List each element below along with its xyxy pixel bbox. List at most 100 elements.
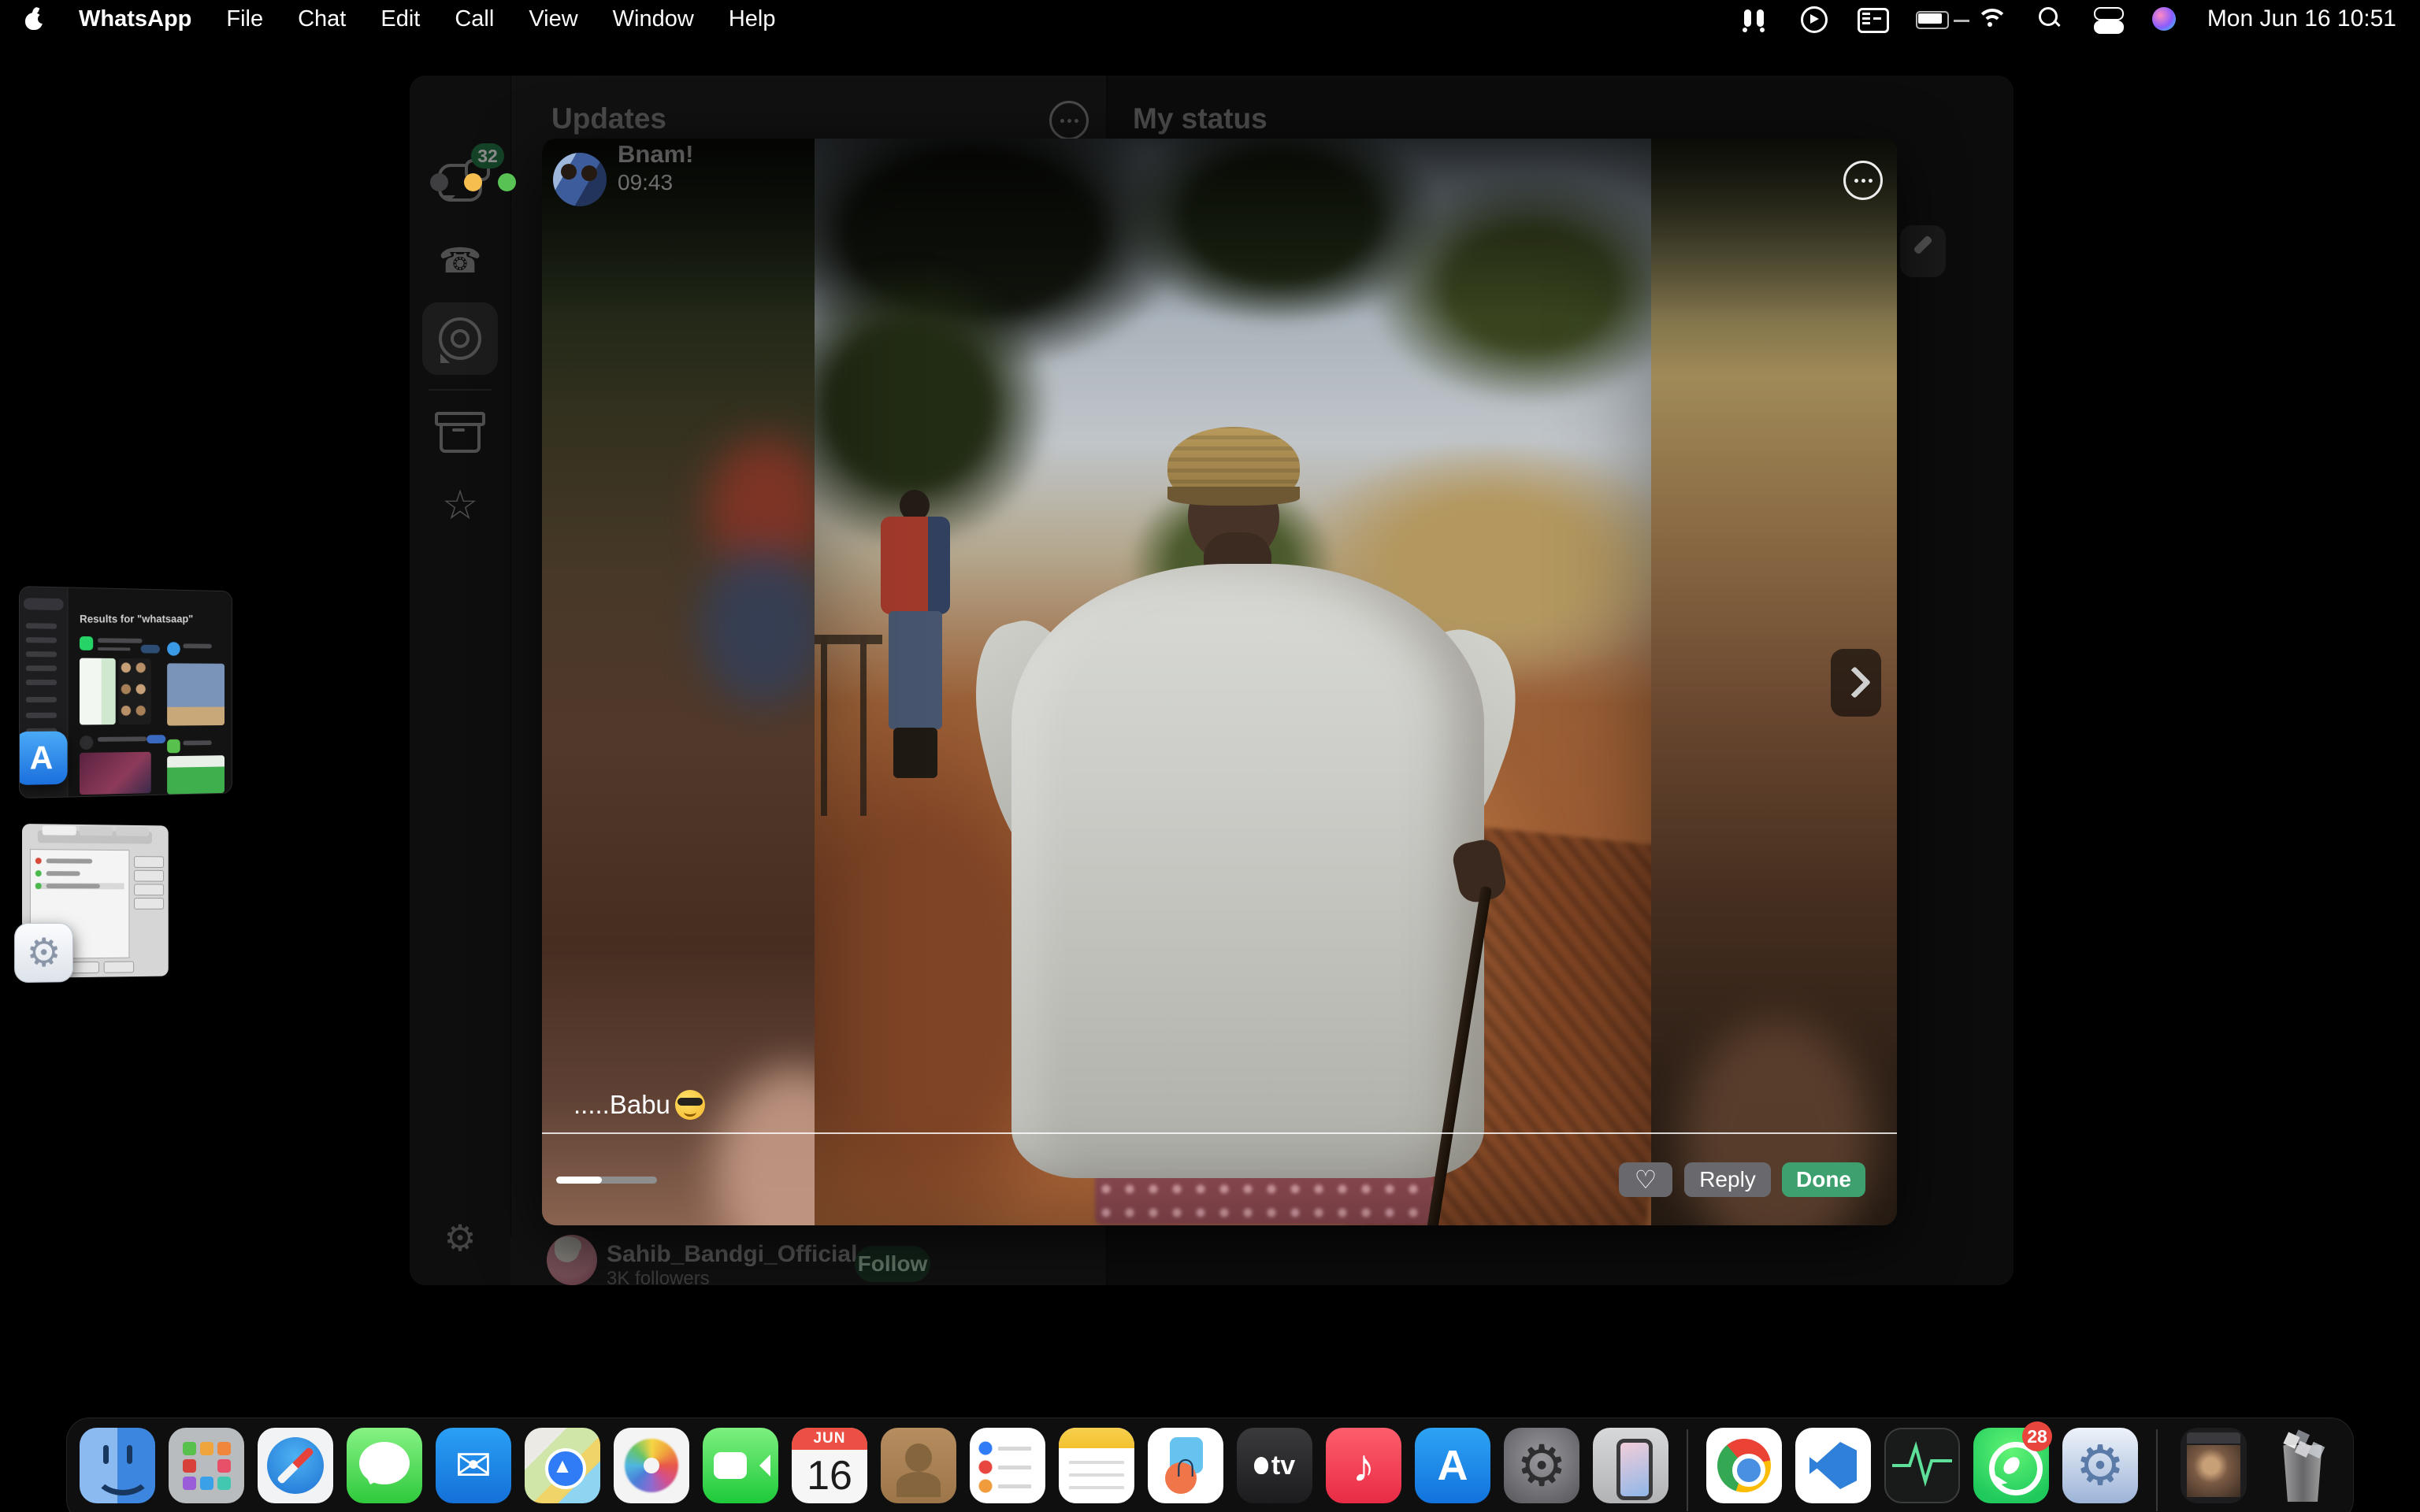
- calendar-day: 16: [792, 1448, 867, 1503]
- menu-status-icons: [1741, 6, 2176, 32]
- dock-facetime[interactable]: [703, 1426, 778, 1512]
- zoom-button[interactable]: [498, 173, 516, 191]
- dock-photos[interactable]: [614, 1426, 689, 1512]
- dock-vscode[interactable]: [1795, 1426, 1871, 1512]
- contacts-icon: [881, 1428, 956, 1503]
- telegram-result-icon: [167, 642, 180, 656]
- vscode-icon: [1795, 1428, 1871, 1503]
- menu-view[interactable]: View: [529, 6, 577, 32]
- maps-icon: ▲: [525, 1428, 600, 1503]
- safari-icon: [258, 1428, 333, 1503]
- new-status-pencil-icon[interactable]: [1900, 225, 1946, 277]
- status-progress-bar: [556, 1177, 657, 1184]
- battery-icon[interactable]: [1916, 6, 1944, 32]
- iphone-mirroring-icon: [1593, 1428, 1668, 1503]
- server-admin-gear-icon[interactable]: ⚙: [14, 923, 73, 983]
- notification-badge: 28: [2022, 1421, 2052, 1451]
- result-icon-4: [167, 739, 180, 754]
- menu-call[interactable]: Call: [455, 6, 494, 32]
- next-status-chevron[interactable]: [1831, 649, 1881, 717]
- dock-video-file[interactable]: [2176, 1426, 2251, 1512]
- siri-icon[interactable]: [2152, 7, 2176, 31]
- server-manager-window-thumbnail[interactable]: ⚙: [22, 824, 169, 978]
- messages-icon: [347, 1428, 422, 1503]
- video-file-icon: [2181, 1428, 2247, 1503]
- like-button[interactable]: ♡: [1619, 1162, 1672, 1197]
- menu-clock[interactable]: Mon Jun 16 10:51: [2207, 6, 2396, 32]
- notes-icon: [1059, 1428, 1134, 1503]
- chrome-icon: [1706, 1428, 1782, 1503]
- menu-status-area: Mon Jun 16 10:51: [1741, 6, 2396, 32]
- window-controls: [430, 173, 516, 191]
- close-button[interactable]: [430, 173, 448, 191]
- dock-reminders[interactable]: [970, 1426, 1045, 1512]
- dock-appstore[interactable]: A: [1415, 1426, 1490, 1512]
- status-caption: .....Babu: [573, 1090, 705, 1120]
- status-author[interactable]: [553, 153, 607, 206]
- status-viewer: Bnam! 09:43 .....Babu ♡ Reply Done: [542, 139, 1897, 1225]
- app-store-results-title: Results for "whatsaap": [80, 613, 194, 625]
- system-settings-icon: ⚙: [1504, 1428, 1579, 1503]
- activity-monitor-icon: [1884, 1428, 1960, 1503]
- dock-music[interactable]: ♪: [1326, 1426, 1401, 1512]
- menu-window[interactable]: Window: [613, 6, 694, 32]
- dock-mail[interactable]: ✉: [436, 1426, 511, 1512]
- dock-calendar[interactable]: JUN16: [792, 1426, 867, 1512]
- minimize-button[interactable]: [464, 173, 482, 191]
- winctl-icon[interactable]: [1858, 6, 1886, 32]
- dock-separator: [1687, 1429, 1688, 1511]
- whatsapp-window: 32☎☆ ⚙ Updates My status Sahib_Bandgi_Of…: [410, 76, 2014, 1285]
- dock-contacts[interactable]: [881, 1426, 956, 1512]
- menu-whatsapp[interactable]: WhatsApp: [79, 6, 191, 32]
- dock-system-settings[interactable]: ⚙: [1504, 1426, 1579, 1512]
- app-store-window-thumbnail[interactable]: Results for "whatsaap" A: [19, 586, 232, 799]
- dock-whatsapp[interactable]: 28: [1973, 1426, 2049, 1512]
- cc-icon[interactable]: [2094, 6, 2122, 32]
- menu-file[interactable]: File: [226, 6, 263, 32]
- menu-items: WhatsApp File Chat Edit Call View Window Help: [24, 6, 775, 32]
- dock-notes[interactable]: [1059, 1426, 1134, 1512]
- status-progress-fill: [556, 1177, 602, 1184]
- dock-safari[interactable]: [258, 1426, 333, 1512]
- dock-trash[interactable]: [2265, 1426, 2340, 1512]
- menu-help[interactable]: Help: [729, 6, 776, 32]
- dock-finder[interactable]: [80, 1426, 155, 1512]
- result-icon-3: [80, 736, 93, 750]
- menu-chat[interactable]: Chat: [298, 6, 346, 32]
- sunglasses-emoji: [675, 1090, 705, 1120]
- viewer-more-icon[interactable]: [1843, 161, 1883, 200]
- wifi-icon[interactable]: [1974, 6, 2006, 32]
- apple-logo-icon[interactable]: [24, 7, 44, 31]
- dock-server-admin[interactable]: ⚙: [2062, 1426, 2138, 1512]
- whatsapp-result-icon: [80, 636, 93, 650]
- dock-launchpad[interactable]: [169, 1426, 244, 1512]
- dock-maps[interactable]: ▲: [525, 1426, 600, 1512]
- dock-freeform[interactable]: ∩: [1148, 1426, 1223, 1512]
- music-icon: ♪: [1326, 1428, 1401, 1503]
- caption-divider: [542, 1132, 1897, 1134]
- play-icon[interactable]: [1799, 6, 1828, 32]
- launchpad-icon: [169, 1428, 244, 1503]
- author-avatar: [553, 153, 607, 206]
- done-button[interactable]: Done: [1782, 1162, 1865, 1197]
- reply-button[interactable]: Reply: [1684, 1162, 1771, 1197]
- trash-icon: [2265, 1428, 2340, 1503]
- caption-text: .....Babu: [573, 1090, 670, 1120]
- desktop: WhatsApp File Chat Edit Call View Window Help M…: [0, 0, 2420, 1512]
- search-icon[interactable]: [2036, 6, 2064, 32]
- app-store-icon[interactable]: A: [19, 731, 68, 785]
- dock-iphone-mirroring[interactable]: [1593, 1426, 1668, 1512]
- finder-icon: [80, 1428, 155, 1503]
- menu-edit[interactable]: Edit: [380, 6, 420, 32]
- server-admin-icon: ⚙: [2062, 1428, 2138, 1503]
- mail-icon: ✉: [436, 1428, 511, 1503]
- dock-messages[interactable]: [347, 1426, 422, 1512]
- reminders-icon: [970, 1428, 1045, 1503]
- dock-chrome[interactable]: [1706, 1426, 1782, 1512]
- dock-activity-monitor[interactable]: [1884, 1426, 1960, 1512]
- dock-appletv[interactable]: tv: [1237, 1426, 1312, 1512]
- menu-bar: WhatsApp File Chat Edit Call View Window Help M…: [0, 0, 2420, 38]
- dock-separator: [2156, 1429, 2158, 1511]
- airpods-icon[interactable]: [1741, 6, 1769, 32]
- facetime-icon: [703, 1428, 778, 1503]
